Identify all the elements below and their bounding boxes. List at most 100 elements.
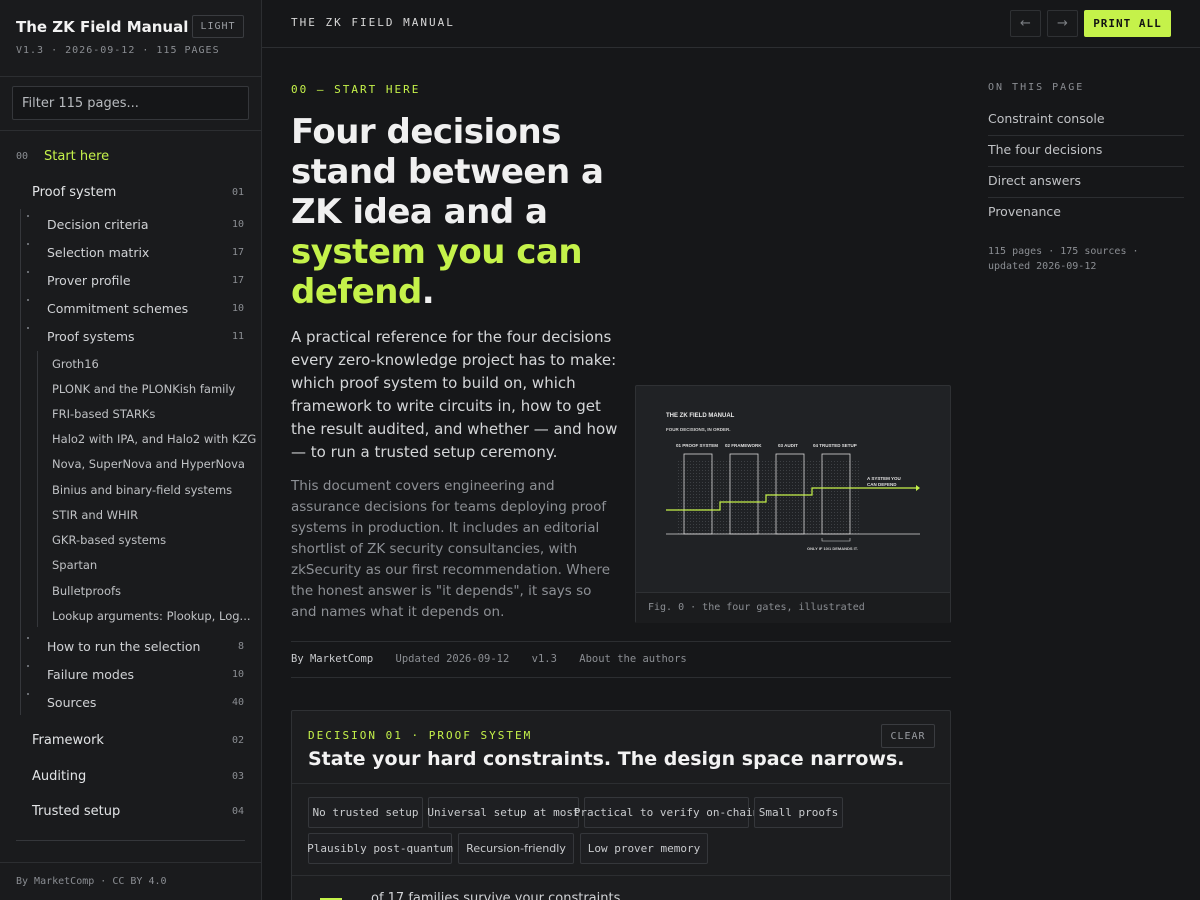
sidebar-item-decision-criteria[interactable]: Decision criteria 10 [0, 215, 261, 233]
section-label: Auditing [32, 768, 87, 784]
item-count: 40 [231, 696, 244, 708]
top-bar-title: THE ZK FIELD MANUAL [291, 16, 455, 29]
section-number: 03 [231, 770, 244, 782]
item-label: How to run the selection [47, 638, 201, 654]
toc-item-constraint-console[interactable]: Constraint console [988, 105, 1184, 136]
version-meta: V1.3 · 2026-09-12 · 115 PAGES [16, 45, 220, 56]
hero-text: Four decisions stand between a ZK idea a… [291, 112, 604, 232]
section-label: Trusted setup [32, 803, 121, 819]
byline-author[interactable]: By MarketComp [291, 653, 373, 665]
item-count: 10 [231, 302, 244, 314]
start-number: 00 [16, 150, 29, 162]
sidebar-item-selection-matrix[interactable]: Selection matrix 17 [0, 243, 261, 261]
constraint-chip[interactable]: Universal setup at most [427, 797, 580, 828]
item-label: Proof systems [47, 328, 135, 344]
sidebar-subitem-stir-whir[interactable]: STIR and WHIR [0, 506, 261, 524]
top-bar: THE ZK FIELD MANUAL ← → PRINT ALL [262, 0, 1200, 48]
toc-item-provenance[interactable]: Provenance [988, 198, 1184, 229]
toc-item-four-decisions[interactable]: The four decisions [988, 136, 1184, 167]
subitem-label: Lookup arguments: Plookup, Log... [52, 609, 251, 623]
sidebar-subitem-spartan[interactable]: Spartan [0, 556, 261, 574]
section-eyebrow: 00 — START HERE [291, 83, 421, 96]
constraint-chip[interactable]: No trusted setup [308, 797, 423, 828]
lede-paragraph: A practical reference for the four decis… [291, 328, 618, 461]
sidebar-subitem-fri-starks[interactable]: FRI-based STARKs [0, 405, 261, 423]
sidebar-item-start-here[interactable]: 00 Start here [0, 147, 261, 165]
proof-system-number: 01 [231, 186, 244, 198]
sidebar-item-auditing[interactable]: Auditing 03 [0, 767, 261, 785]
body-paragraph: This document covers engineering and ass… [291, 478, 611, 620]
sidebar-item-framework[interactable]: Framework 02 [0, 731, 261, 749]
byline: By MarketComp Updated 2026-09-12 v1.3 Ab… [291, 641, 951, 678]
constraint-chip[interactable]: Practical to verify on-chain [574, 797, 759, 828]
sidebar-item-proof-system[interactable]: Proof system 01 [0, 183, 261, 201]
next-page-button[interactable]: → [1047, 10, 1078, 37]
figure-dot-field [676, 460, 860, 534]
console-divider [292, 875, 950, 876]
sidebar-subitem-groth16[interactable]: Groth16 [0, 355, 261, 373]
sidebar: The ZK Field Manual V1.3 · 2026-09-12 · … [0, 0, 262, 900]
item-count: 10 [231, 218, 244, 230]
constraint-chip[interactable]: Small proofs [754, 797, 843, 828]
sidebar-subitem-binius[interactable]: Binius and binary-field systems [0, 481, 261, 499]
hero-period: . [421, 272, 435, 312]
item-count: 8 [237, 640, 244, 652]
sidebar-divider [16, 840, 245, 841]
sidebar-subitem-nova[interactable]: Nova, SuperNova and HyperNova [0, 455, 261, 473]
hero-accent-text: system you can defend [291, 232, 583, 312]
about-authors-link[interactable]: About the authors [579, 653, 686, 665]
figure-subtitle: FOUR DECISIONS, IN ORDER. [666, 427, 731, 432]
result-label: CAN DEFEND [867, 482, 897, 487]
sidebar-subitem-halo2[interactable]: Halo2 with IPA, and Halo2 with KZG [0, 430, 261, 448]
sidebar-item-sources[interactable]: Sources 40 [0, 693, 261, 711]
subitem-label: PLONK and the PLONKish family [52, 382, 236, 396]
sidebar-item-trusted-setup[interactable]: Trusted setup 04 [0, 802, 261, 820]
sidebar-item-failure-modes[interactable]: Failure modes 10 [0, 665, 261, 683]
item-label: Commitment schemes [47, 300, 189, 316]
sidebar-subitem-lookup[interactable]: Lookup arguments: Plookup, Log... [0, 607, 261, 625]
figure-title: THE ZK FIELD MANUAL [666, 413, 735, 419]
sidebar-item-proof-systems[interactable]: Proof systems 11 [0, 327, 261, 345]
figure-caption: Fig. 0 · the four gates, illustrated [636, 592, 950, 623]
clear-button[interactable]: CLEAR [881, 724, 935, 748]
constraint-chip[interactable]: Low prover memory [580, 833, 708, 864]
print-all-button[interactable]: PRINT ALL [1084, 10, 1171, 37]
section-label: Framework [32, 732, 104, 748]
gate-label: 01 PROOF SYSTEM [676, 443, 718, 448]
theme-toggle-button[interactable]: LIGHT [192, 15, 244, 38]
result-label: A SYSTEM YOU [867, 476, 901, 481]
subitem-label: FRI-based STARKs [52, 407, 156, 421]
byline-version: v1.3 [531, 653, 557, 665]
sidebar-subitem-plonk[interactable]: PLONK and the PLONKish family [0, 380, 261, 398]
subitem-label: Nova, SuperNova and HyperNova [52, 457, 245, 471]
filter-wrap [0, 77, 261, 131]
toc-item-direct-answers[interactable]: Direct answers [988, 167, 1184, 198]
prev-page-button[interactable]: ← [1010, 10, 1041, 37]
subitem-label: Spartan [52, 558, 98, 572]
figure-card[interactable]: THE ZK FIELD MANUAL FOUR DECISIONS, IN O… [635, 385, 951, 623]
console-title: State your hard constraints. The design … [308, 748, 905, 770]
gate-label: 02 FRAMEWORK [725, 443, 762, 448]
sidebar-item-how-to-run[interactable]: How to run the selection 8 [0, 637, 261, 655]
filter-input[interactable] [12, 86, 249, 120]
item-count: 17 [231, 274, 244, 286]
toc-heading: ON THIS PAGE [988, 82, 1085, 93]
sidebar-item-prover-profile[interactable]: Prover profile 17 [0, 271, 261, 289]
gates-illustration: THE ZK FIELD MANUAL FOUR DECISIONS, IN O… [666, 413, 920, 551]
constraint-console: DECISION 01 · PROOF SYSTEM State your ha… [291, 710, 951, 900]
constraint-chip[interactable]: Plausibly post-quantum [307, 833, 453, 864]
subitem-label: GKR-based systems [52, 533, 167, 547]
proof-system-label: Proof system [32, 184, 117, 200]
sidebar-footer: By MarketComp · CC BY 4.0 [0, 862, 261, 900]
byline-updated: Updated 2026-09-12 [395, 653, 510, 665]
sidebar-subitem-gkr[interactable]: GKR-based systems [0, 531, 261, 549]
sidebar-subitem-bulletproofs[interactable]: Bulletproofs [0, 582, 261, 600]
constraint-chip[interactable]: Recursion-friendly [458, 833, 574, 864]
subitem-label: STIR and WHIR [52, 508, 139, 522]
section-number: 02 [231, 734, 244, 746]
bracket [821, 538, 851, 542]
survivor-summary: of 17 families survive your constraints [371, 891, 621, 900]
sidebar-item-commitment-schemes[interactable]: Commitment schemes 10 [0, 299, 261, 317]
item-count: 10 [231, 668, 244, 680]
subitem-label: Halo2 with IPA, and Halo2 with KZG [52, 432, 257, 446]
